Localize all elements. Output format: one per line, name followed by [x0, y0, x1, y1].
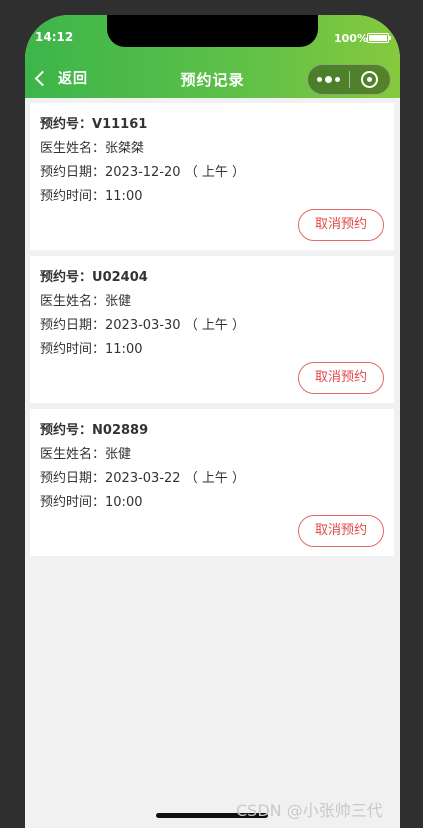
phone-screen: 14:12 100% 返回 预约记录 预约号：V11161 医生姓名：张桀桀 预… [25, 15, 400, 828]
time-label: 预约时间： [40, 495, 106, 510]
appointment-card: 预约号：U02404 医生姓名：张健 预约日期：2023-03-30 （ 上午 … [30, 256, 394, 403]
doctor-name: 张桀桀 [105, 141, 145, 156]
miniprogram-capsule [307, 64, 391, 95]
appointment-number-row: 预约号：N02889 [40, 419, 384, 443]
appointment-number: U02404 [92, 270, 148, 285]
doctor-row: 医生姓名：张桀桀 [40, 137, 384, 161]
appointment-number-row: 预约号：V11161 [40, 113, 384, 137]
appointment-date: 2023-03-22 （ 上午 ） [105, 471, 245, 486]
cancel-appointment-button[interactable]: 取消预约 [298, 209, 384, 241]
doctor-label: 医生姓名： [40, 141, 106, 156]
doctor-label: 医生姓名： [40, 294, 106, 309]
date-row: 预约日期：2023-03-22 （ 上午 ） [40, 467, 384, 491]
appointment-date: 2023-12-20 （ 上午 ） [105, 165, 245, 180]
doctor-label: 医生姓名： [40, 447, 106, 462]
appointment-date: 2023-03-30 （ 上午 ） [105, 318, 245, 333]
date-label: 预约日期： [40, 471, 106, 486]
target-circle-icon [361, 71, 379, 88]
appointment-number-label: 预约号： [40, 423, 93, 438]
more-dots-icon[interactable] [308, 76, 349, 83]
battery-percent: 100% [334, 32, 368, 45]
appointment-number-label: 预约号： [40, 117, 93, 132]
close-miniprogram-button[interactable] [349, 71, 390, 88]
status-time: 14:12 [35, 30, 74, 44]
appointment-card: 预约号：V11161 医生姓名：张桀桀 预约日期：2023-12-20 （ 上午… [30, 103, 394, 250]
appointment-list: 预约号：V11161 医生姓名：张桀桀 预约日期：2023-12-20 （ 上午… [30, 103, 394, 562]
cancel-appointment-button[interactable]: 取消预约 [298, 515, 384, 547]
time-row: 预约时间：11:00 [40, 185, 384, 209]
appointment-number-row: 预约号：U02404 [40, 266, 384, 290]
nav-header: 14:12 100% 返回 预约记录 [25, 15, 400, 98]
appointment-number-label: 预约号： [40, 270, 93, 285]
time-label: 预约时间： [40, 189, 106, 204]
time-row: 预约时间：11:00 [40, 338, 384, 362]
device-notch [107, 15, 318, 47]
doctor-name: 张健 [105, 447, 132, 462]
date-row: 预约日期：2023-03-30 （ 上午 ） [40, 314, 384, 338]
doctor-name: 张健 [105, 294, 132, 309]
date-label: 预约日期： [40, 165, 106, 180]
appointment-number: V11161 [92, 117, 148, 132]
appointment-time: 10:00 [105, 495, 143, 510]
appointment-number: N02889 [92, 423, 149, 438]
time-row: 预约时间：10:00 [40, 491, 384, 515]
date-row: 预约日期：2023-12-20 （ 上午 ） [40, 161, 384, 185]
cancel-appointment-button[interactable]: 取消预约 [298, 362, 384, 394]
time-label: 预约时间： [40, 342, 106, 357]
battery-icon [367, 33, 391, 43]
doctor-row: 医生姓名：张健 [40, 290, 384, 314]
watermark-text: CSDN @小张帅三代 [236, 801, 383, 820]
appointment-time: 11:00 [105, 189, 143, 204]
appointment-time: 11:00 [105, 342, 143, 357]
appointment-card: 预约号：N02889 医生姓名：张健 预约日期：2023-03-22 （ 上午 … [30, 409, 394, 556]
doctor-row: 医生姓名：张健 [40, 443, 384, 467]
date-label: 预约日期： [40, 318, 106, 333]
